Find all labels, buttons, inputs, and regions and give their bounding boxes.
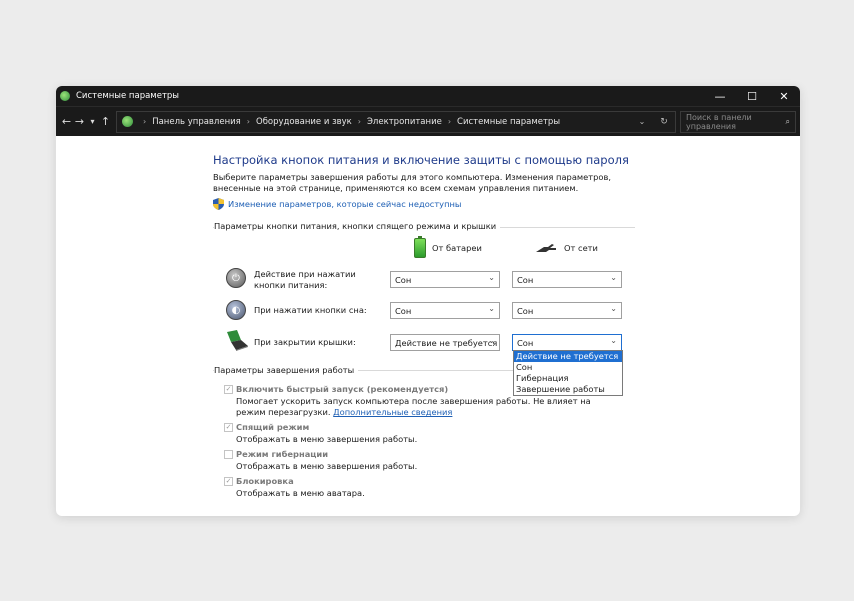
sleep-button-ac-select[interactable]: Сон ⌄ [512, 302, 622, 319]
change-unavailable-settings-link[interactable]: Изменение параметров, которые сейчас нед… [213, 198, 461, 210]
chevron-down-icon: ⌄ [610, 304, 617, 313]
address-bar: ← → ▾ ↑ › Панель управления › Оборудован… [56, 106, 800, 136]
power-options-icon [60, 91, 70, 101]
breadcrumb-hardware-sound[interactable]: Оборудование и звук [256, 117, 352, 127]
window-title: Системные параметры [76, 91, 179, 101]
row-label-sleep-button: При нажатии кнопки сна: [254, 305, 367, 315]
sleep-button-icon: ◐ [226, 300, 246, 320]
sleep-description: Отображать в меню завершения работы. [236, 434, 418, 444]
chevron-down-icon[interactable]: ⌄ [631, 117, 653, 126]
row-label-lid-close: При закрытии крышки: [254, 337, 356, 347]
sleep-checkbox[interactable]: ✓ [224, 422, 233, 432]
power-button-battery-select[interactable]: Сон ⌄ [390, 271, 500, 288]
power-button-ac-select[interactable]: Сон ⌄ [512, 271, 622, 288]
lock-label: Блокировка [236, 476, 294, 486]
fast-startup-description: Помогает ускорить запуск компьютера посл… [236, 396, 591, 417]
shutdown-group-label: Параметры завершения работы [214, 365, 359, 375]
fast-startup-checkbox[interactable]: ✓ [224, 384, 233, 394]
up-arrow-icon[interactable]: ↑ [99, 115, 112, 128]
breadcrumb-system-settings[interactable]: Системные параметры [457, 117, 560, 127]
power-plug-icon [536, 244, 556, 252]
hibernate-setting[interactable]: Режим гибернации [224, 449, 328, 459]
hibernate-description: Отображать в меню завершения работы. [236, 461, 418, 471]
window: Системные параметры — ☐ ✕ ← → ▾ ↑ › Пане… [56, 86, 800, 516]
chevron-down-icon: ⌄ [488, 273, 495, 282]
chevron-down-icon: ⌄ [488, 304, 495, 313]
row-label-power-button: Действие при нажатии кнопки питания: [254, 269, 356, 290]
titlebar: Системные параметры — ☐ ✕ [56, 86, 800, 106]
chevron-down-icon: ⌄ [488, 336, 495, 345]
lock-description: Отображать в меню аватара. [236, 488, 365, 498]
fast-startup-setting[interactable]: ✓ Включить быстрый запуск (рекомендуется… [224, 384, 448, 394]
lock-setting[interactable]: ✓ Блокировка [224, 476, 294, 486]
uac-shield-icon [213, 198, 224, 210]
more-info-link[interactable]: Дополнительные сведения [333, 407, 452, 417]
minimize-button[interactable]: — [704, 86, 736, 106]
sleep-button-battery-select[interactable]: Сон ⌄ [390, 302, 500, 319]
back-arrow-icon[interactable]: ← [60, 115, 73, 128]
power-button-icon: ⏻ [226, 268, 246, 288]
change-unavailable-settings-label: Изменение параметров, которые сейчас нед… [228, 199, 462, 209]
page-description: Выберите параметры завершения работы для… [213, 172, 611, 193]
lock-checkbox[interactable]: ✓ [224, 476, 233, 486]
chevron-down-icon: ⌄ [610, 336, 617, 345]
page-title: Настройка кнопок питания и включение защ… [213, 153, 629, 167]
close-button[interactable]: ✕ [768, 86, 800, 106]
column-header-battery: От батареи [414, 236, 482, 258]
fast-startup-label: Включить быстрый запуск (рекомендуется) [236, 384, 449, 394]
laptop-lid-icon [227, 330, 248, 351]
forward-arrow-icon[interactable]: → [73, 115, 86, 128]
dropdown-option-sleep[interactable]: Сон [514, 362, 622, 373]
hibernate-checkbox[interactable] [224, 449, 233, 459]
search-placeholder: Поиск в панели управления [686, 112, 752, 131]
sleep-setting[interactable]: ✓ Спящий режим [224, 422, 309, 432]
recent-locations-chevron-icon[interactable]: ▾ [86, 117, 99, 126]
search-input[interactable]: Поиск в панели управления ⌕ [680, 110, 796, 133]
lid-close-battery-select[interactable]: Действие не требуется ⌄ [390, 334, 500, 351]
breadcrumb-power-options[interactable]: Электропитание [367, 117, 442, 127]
chevron-down-icon: ⌄ [610, 273, 617, 282]
hibernate-label: Режим гибернации [236, 449, 329, 459]
search-icon[interactable]: ⌕ [786, 117, 790, 127]
maximize-button[interactable]: ☐ [736, 86, 768, 106]
dropdown-option-no-action[interactable]: Действие не требуется [514, 351, 622, 362]
column-header-ac: От сети [536, 243, 598, 253]
battery-icon [414, 236, 426, 258]
lid-close-ac-select[interactable]: Сон ⌄ [512, 334, 622, 351]
control-panel-icon [122, 116, 133, 127]
breadcrumb[interactable]: › Панель управления › Оборудование и зву… [116, 110, 676, 133]
refresh-icon[interactable]: ↻ [653, 117, 675, 127]
dropdown-option-hibernate[interactable]: Гибернация [514, 373, 622, 384]
buttons-group-label: Параметры кнопки питания, кнопки спящего… [214, 221, 501, 231]
breadcrumb-control-panel[interactable]: Панель управления [152, 117, 241, 127]
dropdown-option-shutdown[interactable]: Завершение работы [514, 384, 622, 395]
lid-close-ac-dropdown-list: Действие не требуется Сон Гибернация Зав… [513, 350, 623, 396]
sleep-label: Спящий режим [236, 422, 310, 432]
